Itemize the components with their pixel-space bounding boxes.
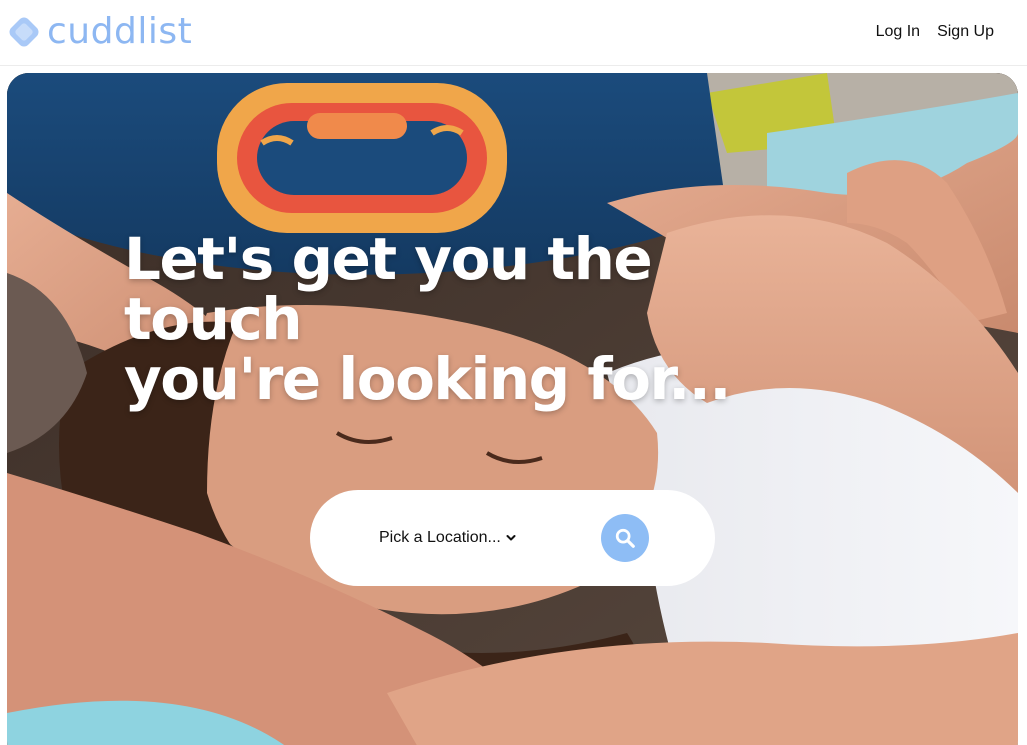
logo-icon	[9, 17, 39, 47]
signup-link[interactable]: Sign Up	[937, 22, 994, 42]
logo-text: cuddlist	[47, 11, 193, 52]
location-select-label: Pick a Location...	[379, 529, 501, 546]
location-select[interactable]: Pick a Location...	[379, 528, 516, 548]
hero-headline: Let's get you the touch you're looking f…	[124, 229, 844, 409]
headline-line-1: Let's get you the touch	[124, 225, 653, 353]
search-bar: Pick a Location...	[310, 490, 715, 586]
headline-line-2: you're looking for...	[124, 345, 731, 413]
logo[interactable]: cuddlist	[7, 12, 192, 52]
search-icon	[615, 528, 635, 548]
site-header: cuddlist Log In Sign Up	[0, 0, 1027, 66]
hero-section: Let's get you the touch you're looking f…	[7, 73, 1018, 745]
chevron-down-icon	[506, 535, 516, 541]
top-nav: Log In Sign Up	[876, 22, 994, 42]
search-button[interactable]	[601, 514, 649, 562]
login-link[interactable]: Log In	[876, 22, 920, 42]
